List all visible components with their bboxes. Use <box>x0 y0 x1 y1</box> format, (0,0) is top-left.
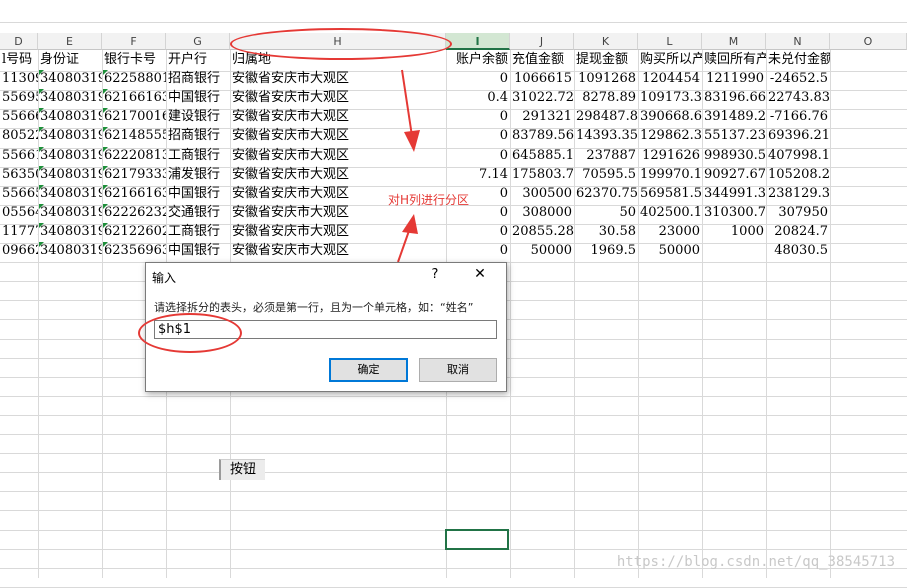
watermark: https://blog.csdn.net/qq_38545713 <box>616 554 895 570</box>
close-button[interactable]: ✕ <box>471 266 489 282</box>
help-button[interactable]: ? <box>427 267 443 282</box>
annotation-ellipse-input <box>138 313 242 353</box>
active-cell-cursor[interactable] <box>445 529 509 550</box>
ok-button[interactable]: 确定 <box>329 358 408 382</box>
annotation-label: 对H列进行分区 <box>388 193 470 207</box>
cancel-button[interactable]: 取消 <box>419 358 497 382</box>
sheet-button[interactable]: 按钮 <box>219 459 265 480</box>
dialog-title: 输入 <box>152 271 177 285</box>
